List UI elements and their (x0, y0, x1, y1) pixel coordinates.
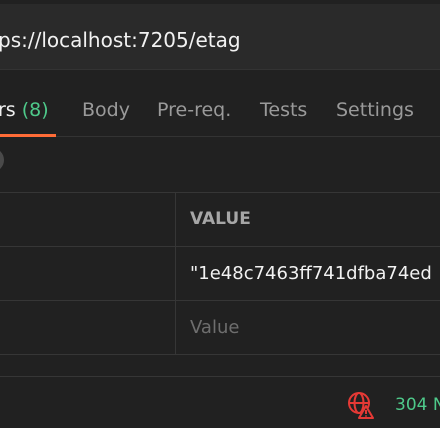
tab-settings[interactable]: Settings (336, 99, 414, 121)
globe-warning-icon[interactable] (347, 391, 375, 419)
request-tabs: rs (8) Body Pre-req. Tests Settings (0, 70, 440, 137)
column-header-value: VALUE (190, 209, 251, 229)
tab-headers[interactable]: rs (8) (0, 99, 49, 121)
tab-body[interactable]: Body (82, 99, 130, 121)
toggle-stub[interactable] (0, 148, 4, 172)
tab-headers-label: rs (0, 99, 16, 121)
url-input[interactable]: ps://localhost:7205/etag (0, 28, 241, 52)
url-bar[interactable]: ps://localhost:7205/etag (0, 4, 440, 70)
tab-headers-count: (8) (21, 99, 49, 121)
table-header-row: VALUE (0, 193, 440, 247)
status-code[interactable]: 304 N (395, 395, 440, 415)
table-row-new[interactable]: Value (0, 301, 440, 355)
new-value-input[interactable]: Value (190, 317, 239, 338)
tab-pre-request[interactable]: Pre-req. (157, 99, 231, 121)
table-row[interactable]: "1e48c7463ff741dfba74ed (0, 247, 440, 301)
response-status-bar: 304 N (0, 376, 440, 428)
active-tab-indicator (0, 134, 56, 137)
tab-tests[interactable]: Tests (260, 99, 307, 121)
header-value-cell[interactable]: "1e48c7463ff741dfba74ed (190, 263, 432, 284)
headers-table: VALUE "1e48c7463ff741dfba74ed Value (0, 192, 440, 356)
